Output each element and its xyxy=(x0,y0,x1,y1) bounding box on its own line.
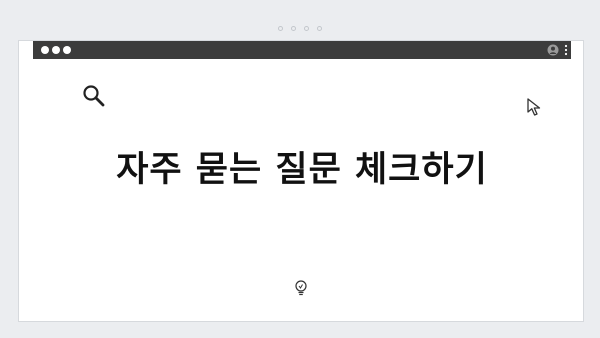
lightbulb-icon xyxy=(295,280,307,296)
search-icon xyxy=(83,85,105,107)
window-controls xyxy=(41,46,71,54)
page-dot[interactable] xyxy=(317,26,322,31)
user-icon[interactable] xyxy=(547,44,559,56)
page-dot[interactable] xyxy=(278,26,283,31)
maximize-control[interactable] xyxy=(63,46,71,54)
more-vertical-icon[interactable] xyxy=(564,44,568,56)
page-dot[interactable] xyxy=(304,26,309,31)
page-dot[interactable] xyxy=(291,26,296,31)
cursor-icon xyxy=(527,98,541,116)
window-titlebar xyxy=(33,41,571,59)
page-indicator xyxy=(0,26,600,31)
page-title: 자주 묻는 질문 체크하기 xyxy=(116,150,488,190)
minimize-control[interactable] xyxy=(52,46,60,54)
close-control[interactable] xyxy=(41,46,49,54)
browser-window: 자주 묻는 질문 체크하기 xyxy=(18,40,584,322)
